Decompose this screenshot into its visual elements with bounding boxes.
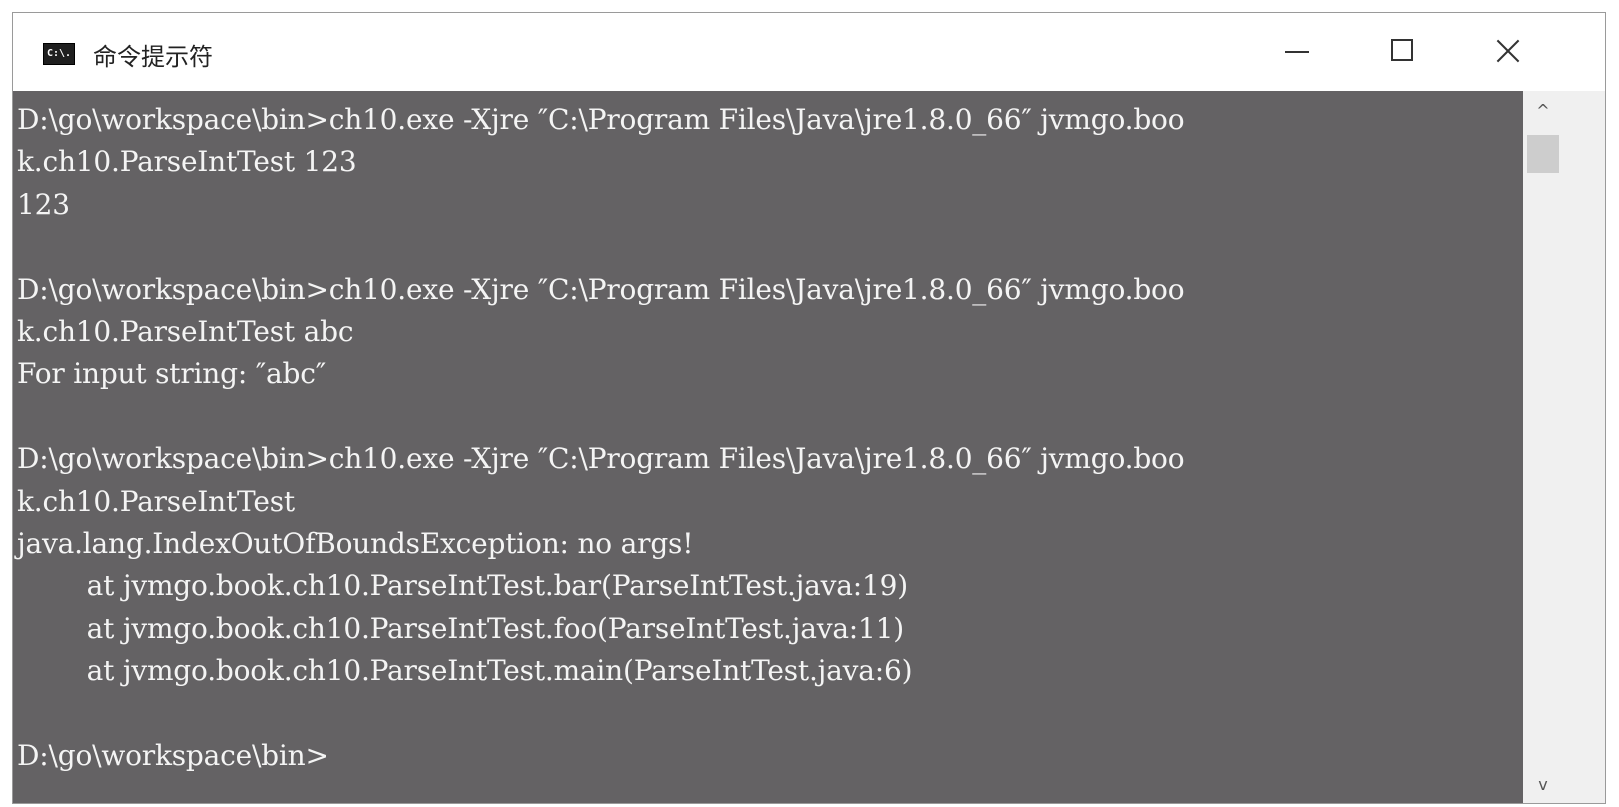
close-button[interactable] bbox=[1473, 13, 1543, 91]
cmd-icon: C:\. bbox=[43, 43, 75, 65]
console-line: java.lang.IndexOutOfBoundsException: no … bbox=[17, 526, 694, 560]
scroll-down-arrow-icon[interactable]: v bbox=[1533, 775, 1553, 795]
console-line: at jvmgo.book.ch10.ParseIntTest.main(Par… bbox=[17, 654, 913, 688]
window-title: 命令提示符 bbox=[93, 43, 213, 71]
maximize-button[interactable] bbox=[1368, 13, 1438, 91]
command-prompt-window: C:\. 命令提示符 D:\go\workspace\bin>ch10.exe … bbox=[12, 12, 1606, 804]
console-line: at jvmgo.book.ch10.ParseIntTest.bar(Pars… bbox=[17, 569, 909, 603]
console-line: k.ch10.ParseIntTest abc bbox=[17, 314, 354, 348]
console-line: 123 bbox=[17, 187, 70, 221]
vertical-scrollbar[interactable]: ^ v bbox=[1523, 91, 1605, 803]
console-line: For input string: ″abc″ bbox=[17, 357, 327, 391]
console-line: D:\go\workspace\bin>ch10.exe -Xjre ″C:\P… bbox=[17, 103, 1185, 136]
title-bar[interactable]: C:\. 命令提示符 bbox=[13, 13, 1605, 91]
console-line: at jvmgo.book.ch10.ParseIntTest.foo(Pars… bbox=[17, 611, 905, 645]
console-line: D:\go\workspace\bin> bbox=[17, 738, 329, 772]
console-line: D:\go\workspace\bin>ch10.exe -Xjre ″C:\P… bbox=[17, 442, 1185, 476]
console-line: k.ch10.ParseIntTest 123 bbox=[17, 145, 357, 179]
scroll-up-arrow-icon[interactable]: ^ bbox=[1533, 101, 1553, 121]
console-line: D:\go\workspace\bin>ch10.exe -Xjre ″C:\P… bbox=[17, 272, 1185, 306]
console-output[interactable]: D:\go\workspace\bin>ch10.exe -Xjre ″C:\P… bbox=[13, 91, 1523, 803]
scroll-thumb[interactable] bbox=[1527, 135, 1559, 173]
console-line: k.ch10.ParseIntTest bbox=[17, 484, 295, 518]
minimize-button[interactable] bbox=[1263, 13, 1333, 91]
